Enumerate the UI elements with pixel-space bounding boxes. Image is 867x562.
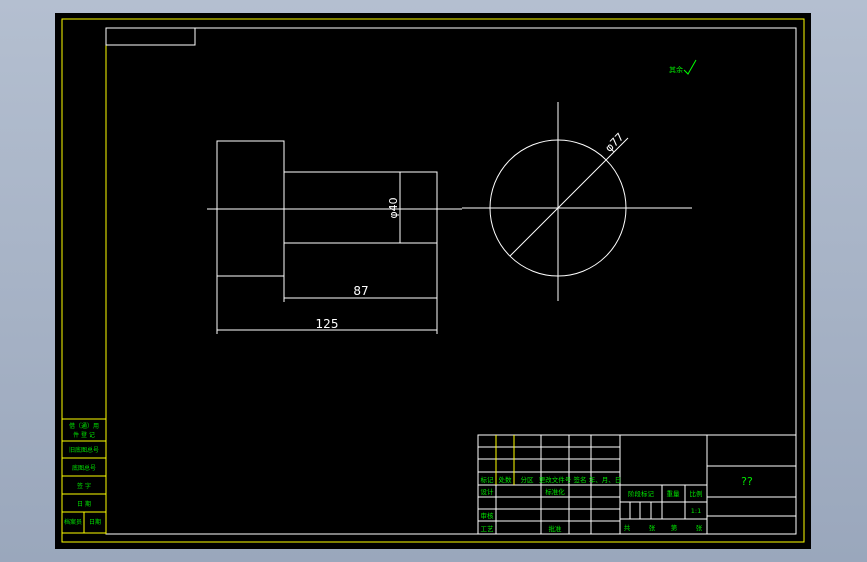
tb-sheets-unit2: 张	[696, 523, 703, 532]
tb-drawing-code: ??	[741, 475, 753, 488]
surface-note: 其余	[669, 65, 683, 74]
tb-header-mark: 标记	[481, 475, 495, 484]
tb-scale-value: 1:1	[691, 507, 701, 515]
tb-design-label: 设计	[481, 487, 495, 496]
tb-header-sign: 签名	[574, 475, 587, 484]
side-row1-line2: 件 登 记	[73, 431, 95, 439]
tb-process-label: 工艺	[481, 525, 495, 533]
dim-text-phi40: φ40	[387, 197, 400, 218]
tb-approve-label: 批准	[549, 524, 563, 533]
side-row6-col1: 档案员	[64, 518, 82, 526]
side-row3: 底图总号	[72, 464, 96, 472]
side-row6-col2: 日期	[89, 518, 101, 526]
side-row5: 日 期	[77, 500, 91, 508]
side-row4: 签 字	[77, 482, 91, 490]
tb-review-label: 审核	[481, 511, 495, 520]
cad-drawing: 其余 φ40 87 125 φ77 借（通）用 件 登 记 旧底图总号 底图总号…	[55, 13, 811, 549]
tb-weight: 重量	[667, 490, 681, 498]
side-row2: 旧底图总号	[69, 446, 99, 454]
dim-text-87: 87	[353, 284, 368, 298]
tb-header-zone: 分区	[521, 475, 535, 484]
sheet-background	[55, 13, 811, 549]
dim-text-125: 125	[316, 317, 339, 331]
tb-sheets-no: 第	[671, 523, 678, 532]
cad-viewport: 其余 φ40 87 125 φ77 借（通）用 件 登 记 旧底图总号 底图总号…	[0, 0, 867, 562]
tb-sheets-unit1: 张	[649, 523, 656, 532]
tb-header-count: 处数	[499, 475, 513, 484]
tb-header-docno: 更改文件号	[539, 475, 572, 484]
side-row1-line1: 借（通）用	[69, 422, 99, 430]
tb-standardize-label: 标准化	[545, 487, 565, 496]
tb-header-date: 年、月、日	[589, 475, 622, 484]
tb-sheets-total: 共	[624, 523, 631, 532]
tb-stage-mark: 阶段标记	[628, 489, 655, 498]
tb-scale: 比例	[690, 489, 703, 498]
